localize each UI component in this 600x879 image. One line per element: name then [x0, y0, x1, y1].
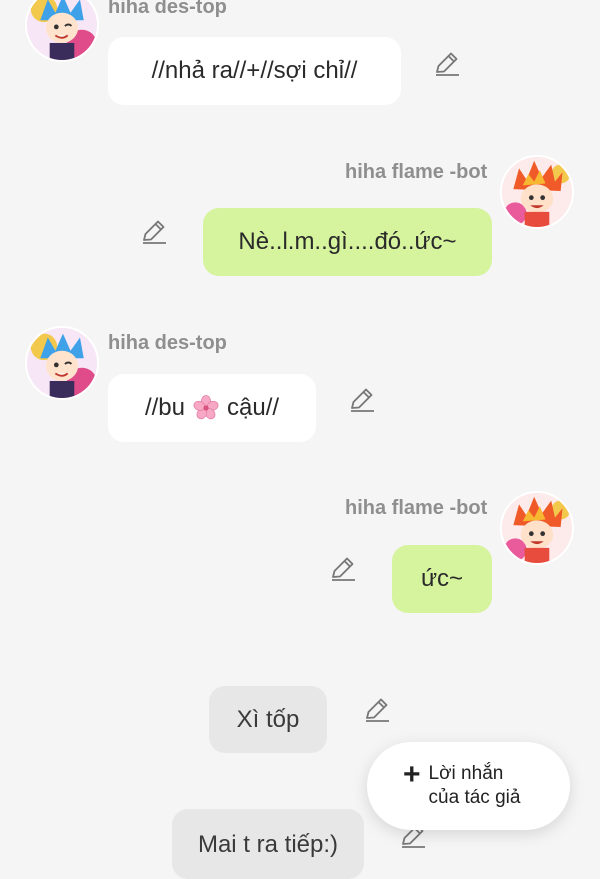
message-bubble[interactable]: ức~ [392, 545, 492, 613]
message-text: //bu [144, 394, 185, 421]
plus-icon: + [403, 758, 421, 791]
message-text: Nè..l.m..gì....đó..ức~ [238, 228, 457, 255]
message-bubble[interactable]: //bu cậu// [108, 374, 316, 442]
sender-name: hiha des-top [108, 0, 227, 18]
message-text: ức~ [420, 565, 464, 592]
avatar-hiha-flame-bot[interactable] [500, 155, 574, 229]
edit-icon[interactable] [432, 48, 462, 78]
narration-text: Mai t ra tiếp:) [197, 831, 339, 858]
narration-bubble[interactable]: Xì tốp [209, 686, 327, 753]
sender-name: hiha flame -bot [345, 161, 488, 183]
message-text: //nhả ra//+//sợi chỉ// [151, 57, 358, 84]
author-note-label: Lời nhắn của tác giả [428, 763, 521, 808]
edit-icon[interactable] [328, 553, 358, 583]
narration-text: Xì tốp [236, 705, 300, 733]
author-note-button[interactable]: + Lời nhắn của tác giả [367, 742, 570, 830]
sender-name: hiha des-top [108, 332, 227, 354]
cherry-blossom-icon [193, 395, 219, 420]
avatar-hiha-des-top[interactable] [25, 326, 99, 400]
message-bubble[interactable]: //nhả ra//+//sợi chỉ// [108, 37, 401, 105]
avatar-hiha-des-top[interactable] [25, 0, 99, 62]
narration-bubble[interactable]: Mai t ra tiếp:) [172, 809, 364, 879]
edit-icon[interactable] [347, 384, 377, 414]
edit-icon[interactable] [139, 216, 169, 246]
edit-icon[interactable] [362, 694, 392, 724]
sender-name: hiha flame -bot [345, 497, 488, 519]
message-text: cậu// [227, 394, 280, 421]
message-bubble[interactable]: Nè..l.m..gì....đó..ức~ [203, 208, 492, 276]
avatar-hiha-flame-bot[interactable] [500, 491, 574, 565]
